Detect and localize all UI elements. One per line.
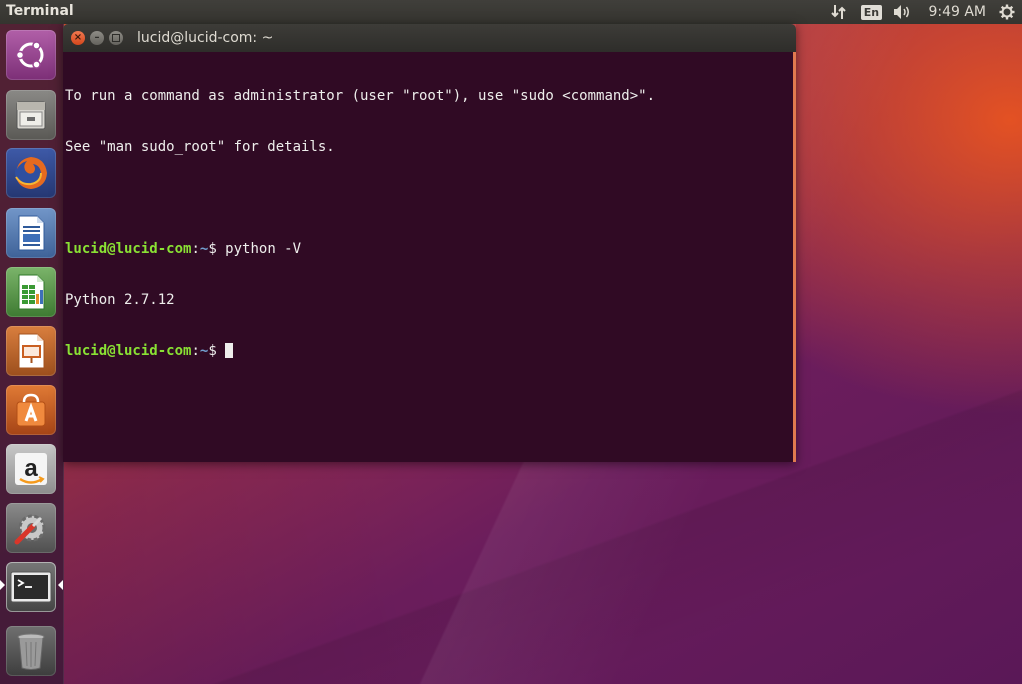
libreoffice-calc-icon[interactable] bbox=[6, 267, 56, 317]
terminal-output[interactable]: To run a command as administrator (user … bbox=[63, 52, 796, 462]
prompt-symbol: $ bbox=[208, 343, 226, 359]
window-title: lucid@lucid-com: ~ bbox=[137, 30, 274, 46]
terminal-icon[interactable] bbox=[6, 562, 56, 612]
files-icon[interactable] bbox=[6, 90, 56, 140]
system-settings-icon[interactable] bbox=[6, 503, 56, 553]
prompt-symbol: $ bbox=[208, 241, 226, 257]
ubuntu-dash-icon[interactable] bbox=[6, 30, 56, 80]
terminal-line: Python 2.7.12 bbox=[65, 292, 175, 308]
close-button[interactable]: × bbox=[71, 31, 85, 45]
terminal-line: To run a command as administrator (user … bbox=[65, 88, 656, 104]
trash-icon[interactable] bbox=[6, 626, 56, 676]
text-cursor bbox=[225, 343, 234, 358]
maximize-button[interactable] bbox=[109, 31, 123, 45]
maximize-icon bbox=[112, 34, 120, 42]
running-indicator bbox=[0, 580, 5, 590]
keyboard-layout-indicator[interactable]: En bbox=[860, 0, 883, 24]
terminal-window: × – lucid@lucid-com: ~ To run a command … bbox=[63, 24, 796, 462]
terminal-command-line: lucid@lucid-com:~$ python -V bbox=[65, 241, 655, 258]
software-center-icon[interactable] bbox=[6, 385, 56, 435]
firefox-icon[interactable] bbox=[6, 148, 56, 198]
prompt-user: lucid@lucid-com bbox=[65, 343, 192, 359]
libreoffice-writer-icon[interactable] bbox=[6, 208, 56, 258]
amazon-icon[interactable]: a bbox=[6, 444, 56, 494]
minimize-icon: – bbox=[94, 32, 100, 43]
window-titlebar[interactable]: × – lucid@lucid-com: ~ bbox=[63, 24, 796, 52]
terminal-line: See "man sudo_root" for details. bbox=[65, 139, 335, 155]
terminal-command-line[interactable]: lucid@lucid-com:~$ bbox=[65, 343, 655, 360]
command-text: python -V bbox=[225, 241, 302, 257]
prompt-user: lucid@lucid-com bbox=[65, 241, 192, 257]
svg-text:a: a bbox=[24, 455, 38, 482]
network-icon[interactable] bbox=[826, 0, 852, 24]
focused-indicator bbox=[58, 580, 63, 590]
panel-app-title: Terminal bbox=[6, 3, 74, 19]
libreoffice-impress-icon[interactable] bbox=[6, 326, 56, 376]
clock[interactable]: 9:49 AM bbox=[922, 0, 992, 24]
gear-icon[interactable] bbox=[996, 0, 1018, 24]
top-panel: Terminal En 9:49 AM bbox=[0, 0, 1022, 24]
prompt-separator: : bbox=[191, 343, 200, 359]
close-icon: × bbox=[73, 32, 83, 43]
minimize-button[interactable]: – bbox=[90, 31, 104, 45]
sound-icon[interactable] bbox=[890, 0, 914, 24]
prompt-separator: : bbox=[191, 241, 200, 257]
indicator-area: En 9:49 AM bbox=[826, 0, 1022, 24]
keyboard-layout-label: En bbox=[860, 4, 883, 20]
